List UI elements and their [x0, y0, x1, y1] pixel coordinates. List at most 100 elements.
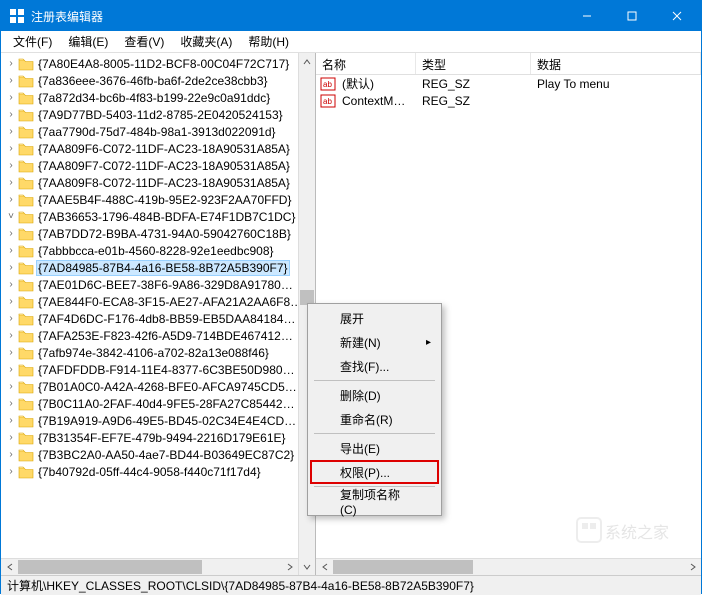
tree-node[interactable]: › {7B0C11A0-2FAF-40d4-9FE5-28FA27C85442…: [1, 395, 315, 412]
expand-collapse-icon[interactable]: ›: [5, 449, 17, 461]
expand-collapse-icon[interactable]: ›: [5, 160, 17, 172]
list-scrollbar-horizontal[interactable]: [316, 558, 701, 575]
tree-node[interactable]: › {7B3BC2A0-AA50-4ae7-BD44-B03649EC87C2}: [1, 446, 315, 463]
cm-copy-key-name[interactable]: 复制项名称(C): [310, 489, 439, 513]
expand-collapse-icon[interactable]: ›: [5, 313, 17, 325]
folder-icon: [18, 414, 34, 428]
scroll-thumb-h[interactable]: [333, 560, 473, 574]
tree-node-label: {7aa7790d-75d7-484b-98a1-3913d022091d}: [38, 125, 315, 139]
scroll-right-button[interactable]: [684, 559, 701, 575]
tree-node[interactable]: › {7AE844F0-ECA8-3F15-AE27-AFA21A2AA6F8…: [1, 293, 315, 310]
cm-find[interactable]: 查找(F)...: [310, 354, 439, 378]
folder-icon: [18, 159, 34, 173]
list-row[interactable]: ab (默认)REG_SZPlay To menu: [316, 75, 701, 92]
expand-collapse-icon[interactable]: ›: [5, 143, 17, 155]
expand-collapse-icon[interactable]: ›: [5, 466, 17, 478]
expand-collapse-icon[interactable]: ›: [5, 415, 17, 427]
expand-collapse-icon[interactable]: ›: [5, 58, 17, 70]
expand-collapse-icon[interactable]: ›: [5, 109, 17, 121]
expand-collapse-icon[interactable]: ›: [5, 194, 17, 206]
expand-collapse-icon[interactable]: ›: [5, 330, 17, 342]
menu-file[interactable]: 文件(F): [5, 31, 60, 52]
col-data[interactable]: 数据: [531, 53, 701, 74]
scroll-right-button[interactable]: [281, 559, 298, 575]
expand-collapse-icon[interactable]: ›: [5, 364, 17, 376]
tree-node[interactable]: › {7AA809F8-C072-11DF-AC23-18A90531A85A}: [1, 174, 315, 191]
cm-new[interactable]: 新建(N)▸: [310, 330, 439, 354]
folder-icon: [18, 74, 34, 88]
scroll-left-button[interactable]: [316, 559, 333, 575]
cm-separator: [314, 380, 435, 381]
col-name[interactable]: 名称: [316, 53, 416, 74]
tree-node[interactable]: › {7AFA253E-F823-42f6-A5D9-714BDE467412…: [1, 327, 315, 344]
cm-expand[interactable]: 展开: [310, 306, 439, 330]
tree-node[interactable]: › {7AAE5B4F-488C-419b-95E2-923F2AA70FFD}: [1, 191, 315, 208]
tree-node[interactable]: › {7b40792d-05ff-44c4-9058-f440c71f17d4}: [1, 463, 315, 480]
tree-pane[interactable]: › {7A80E4A8-8005-11D2-BCF8-00C04F72C717}…: [1, 53, 316, 575]
cm-rename[interactable]: 重命名(R): [310, 407, 439, 431]
tree-node-label: {7AAE5B4F-488C-419b-95E2-923F2AA70FFD}: [38, 193, 315, 207]
menu-help[interactable]: 帮助(H): [240, 31, 297, 52]
tree-node[interactable]: › {7aa7790d-75d7-484b-98a1-3913d022091d}: [1, 123, 315, 140]
expand-collapse-icon[interactable]: ›: [5, 347, 17, 359]
cm-delete[interactable]: 删除(D): [310, 383, 439, 407]
expand-collapse-icon[interactable]: ›: [5, 177, 17, 189]
close-button[interactable]: [654, 1, 699, 31]
tree-node-label: {7AB7DD72-B9BA-4731-94A0-59042760C18B}: [38, 227, 315, 241]
string-value-icon: ab: [320, 93, 336, 109]
expand-collapse-icon[interactable]: ›: [5, 398, 17, 410]
menu-favorites[interactable]: 收藏夹(A): [172, 31, 240, 52]
expand-collapse-icon[interactable]: ›: [5, 262, 17, 274]
expand-collapse-icon[interactable]: ›: [5, 92, 17, 104]
tree-node[interactable]: › {7a872d34-bc6b-4f83-b199-22e9c0a91ddc}: [1, 89, 315, 106]
scroll-thumb-h[interactable]: [18, 560, 202, 574]
tree-node[interactable]: › {7AB7DD72-B9BA-4731-94A0-59042760C18B}: [1, 225, 315, 242]
tree-node[interactable]: › {7a836eee-3676-46fb-ba6f-2de2ce38cbb3}: [1, 72, 315, 89]
col-type[interactable]: 类型: [416, 53, 531, 74]
window-title: 注册表编辑器: [31, 8, 564, 25]
tree-node[interactable]: › {7A80E4A8-8005-11D2-BCF8-00C04F72C717}: [1, 55, 315, 72]
tree-node[interactable]: › {7B31354F-EF7E-479b-9494-2216D179E61E}: [1, 429, 315, 446]
tree-node[interactable]: › {7AFDFDDB-F914-11E4-8377-6C3BE50D980…: [1, 361, 315, 378]
menu-view[interactable]: 查看(V): [116, 31, 172, 52]
maximize-button[interactable]: [609, 1, 654, 31]
list-header: 名称 类型 数据: [316, 53, 701, 75]
cell-type: REG_SZ: [416, 77, 531, 91]
list-row[interactable]: ab ContextMenu...REG_SZ: [316, 92, 701, 109]
cm-export[interactable]: 导出(E): [310, 436, 439, 460]
cm-permissions[interactable]: 权限(P)...: [310, 460, 439, 484]
expand-collapse-icon[interactable]: ˅: [5, 211, 17, 223]
menu-edit[interactable]: 编辑(E): [60, 31, 116, 52]
tree-node[interactable]: › {7abbbcca-e01b-4560-8228-92e1eedbc908}: [1, 242, 315, 259]
expand-collapse-icon[interactable]: ›: [5, 245, 17, 257]
expand-collapse-icon[interactable]: ›: [5, 75, 17, 87]
expand-collapse-icon[interactable]: ›: [5, 228, 17, 240]
tree-node-label: {7B19A919-A9D6-49E5-BD45-02C34E4E4CD…: [38, 414, 315, 428]
tree-node[interactable]: › {7AD84985-87B4-4a16-BE58-8B72A5B390F7}: [1, 259, 315, 276]
scroll-up-button[interactable]: [299, 53, 315, 70]
tree-node-label: {7B01A0C0-A42A-4268-BFE0-AFCA9745CD5…: [38, 380, 315, 394]
folder-icon: [18, 91, 34, 105]
tree-node[interactable]: › {7AA809F7-C072-11DF-AC23-18A90531A85A}: [1, 157, 315, 174]
tree-node[interactable]: › {7A9D77BD-5403-11d2-8785-2E0420524153}: [1, 106, 315, 123]
tree-node[interactable]: › {7B01A0C0-A42A-4268-BFE0-AFCA9745CD5…: [1, 378, 315, 395]
tree-node-label: {7AA809F7-C072-11DF-AC23-18A90531A85A}: [38, 159, 315, 173]
tree-scrollbar-horizontal[interactable]: [1, 558, 298, 575]
cell-name: ContextMenu...: [336, 94, 416, 108]
expand-collapse-icon[interactable]: ›: [5, 296, 17, 308]
tree-node[interactable]: › {7AA809F6-C072-11DF-AC23-18A90531A85A}: [1, 140, 315, 157]
scroll-down-button[interactable]: [299, 558, 315, 575]
expand-collapse-icon[interactable]: ›: [5, 381, 17, 393]
folder-icon: [18, 363, 34, 377]
expand-collapse-icon[interactable]: ›: [5, 279, 17, 291]
expand-collapse-icon[interactable]: ›: [5, 432, 17, 444]
tree-node[interactable]: › {7B19A919-A9D6-49E5-BD45-02C34E4E4CD…: [1, 412, 315, 429]
scroll-left-button[interactable]: [1, 559, 18, 575]
tree-node[interactable]: › {7AF4D6DC-F176-4db8-BB59-EB5DAA84184…: [1, 310, 315, 327]
tree-node[interactable]: ˅ {7AB36653-1796-484B-BDFA-E74F1DB7C1DC}: [1, 208, 315, 225]
tree-node-label: {7AFA253E-F823-42f6-A5D9-714BDE467412…: [38, 329, 315, 343]
tree-node[interactable]: › {7AE01D6C-BEE7-38F6-9A86-329D8A91780…: [1, 276, 315, 293]
minimize-button[interactable]: [564, 1, 609, 31]
expand-collapse-icon[interactable]: ›: [5, 126, 17, 138]
tree-node[interactable]: › {7afb974e-3842-4106-a702-82a13e088f46}: [1, 344, 315, 361]
